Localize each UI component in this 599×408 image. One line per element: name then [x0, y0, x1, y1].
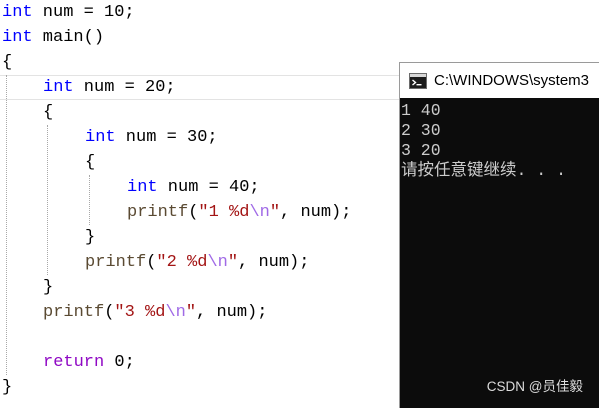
- brace-token: {: [43, 103, 54, 122]
- keyword-token: int: [43, 78, 74, 97]
- code-token: , num);: [280, 203, 352, 222]
- console-output-line: 3 20: [401, 141, 441, 160]
- code-line-2[interactable]: int main(): [0, 25, 599, 50]
- console-app-icon: [409, 72, 427, 89]
- brace-token: {: [85, 153, 96, 172]
- keyword-token: int: [2, 3, 33, 22]
- escape-token: \n: [249, 203, 270, 222]
- code-token: (: [188, 203, 199, 222]
- console-title-bar[interactable]: C:\WINDOWS\system3: [400, 63, 599, 98]
- function-token: printf: [127, 203, 189, 222]
- string-token: "3 %d: [114, 303, 166, 322]
- console-output-line: 1 40: [401, 101, 441, 120]
- function-token: printf: [85, 253, 147, 272]
- string-token: ": [227, 253, 239, 272]
- console-output-line: 请按任意键继续. . .: [401, 161, 567, 180]
- string-token: ": [269, 203, 281, 222]
- console-window[interactable]: C:\WINDOWS\system3 1 40 2 30 3 20 请按任意键继…: [399, 62, 599, 408]
- console-output-area[interactable]: 1 40 2 30 3 20 请按任意键继续. . . CSDN @员佳毅: [400, 98, 599, 408]
- keyword-token: int: [2, 28, 33, 47]
- code-token: num = 20;: [73, 78, 176, 97]
- control-keyword-token: return: [43, 353, 105, 372]
- brace-token: }: [2, 378, 13, 397]
- function-token: printf: [43, 303, 105, 322]
- watermark: CSDN @员佳毅: [486, 379, 583, 394]
- code-line-1[interactable]: int num = 10;: [0, 0, 599, 25]
- keyword-token: int: [85, 128, 116, 147]
- brace-token: {: [2, 53, 13, 72]
- keyword-token: int: [127, 178, 158, 197]
- code-token: (: [146, 253, 157, 272]
- code-token: main(): [32, 28, 105, 47]
- escape-token: \n: [207, 253, 228, 272]
- string-token: "1 %d: [198, 203, 250, 222]
- code-token: , num);: [196, 303, 268, 322]
- brace-token: }: [43, 278, 54, 297]
- code-token: , num);: [238, 253, 310, 272]
- escape-token: \n: [165, 303, 186, 322]
- string-token: "2 %d: [156, 253, 208, 272]
- code-token: 0;: [104, 353, 135, 372]
- console-title: C:\WINDOWS\system3: [434, 72, 590, 89]
- brace-token: }: [85, 228, 96, 247]
- code-token: (: [104, 303, 115, 322]
- string-token: ": [185, 303, 197, 322]
- console-output-line: 2 30: [401, 121, 441, 140]
- code-token: num = 10;: [32, 3, 135, 22]
- code-token: num = 40;: [157, 178, 260, 197]
- code-token: num = 30;: [115, 128, 218, 147]
